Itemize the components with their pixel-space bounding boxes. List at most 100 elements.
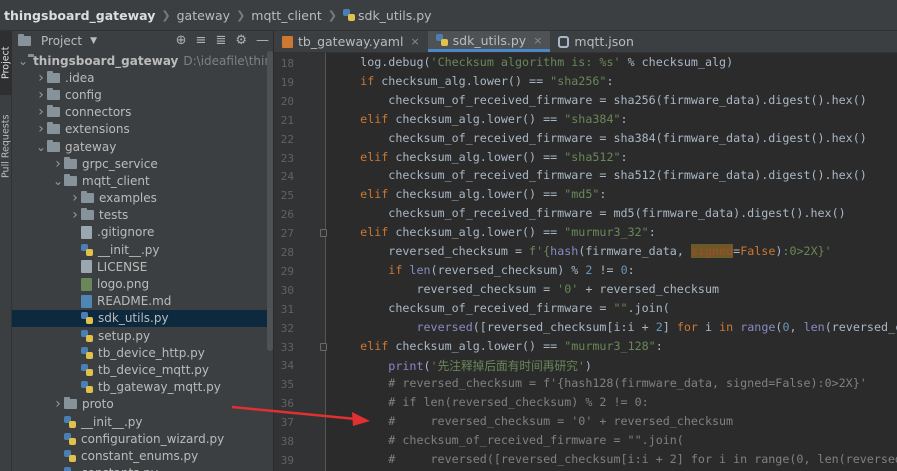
tree-item[interactable]: › grpc_service: [12, 155, 273, 172]
tree-item[interactable]: › tests: [12, 207, 273, 224]
line-number: 34: [280, 359, 294, 373]
code-line[interactable]: # checksum_of_received_firmware = "".joi…: [332, 433, 684, 447]
tree-item[interactable]: › extensions: [12, 121, 273, 138]
tree-item[interactable]: ⌄ thingsboard_gateway D:\ideafile\thingsbo…: [12, 52, 273, 69]
python-file-icon: [81, 363, 93, 376]
code-line[interactable]: log.debug('Checksum algorithm is: %s' % …: [332, 55, 733, 69]
fold-icon[interactable]: [320, 229, 327, 238]
code-line[interactable]: if len(reversed_checksum) % 2 != 0:: [332, 263, 634, 277]
chevron-right-icon[interactable]: ›: [52, 396, 64, 412]
tree-item-label: extensions: [65, 122, 130, 137]
tree-item[interactable]: tb_device_http.py: [12, 344, 273, 361]
chevron-right-icon[interactable]: ›: [69, 190, 81, 206]
breadcrumb-project[interactable]: thingsboard_gateway: [4, 8, 155, 23]
tree-item-label: .gitignore: [97, 225, 155, 240]
python-icon: [435, 34, 448, 46]
code-line[interactable]: reversed_checksum = '0' + reversed_check…: [332, 282, 719, 296]
tree-item[interactable]: sdk_utils.py: [12, 309, 273, 327]
tool-window-strip: Project Pull Requests: [0, 31, 12, 471]
python-file-icon: [64, 449, 76, 462]
close-icon[interactable]: ×: [533, 34, 542, 47]
gear-icon[interactable]: ⚙: [235, 33, 247, 48]
code-line[interactable]: checksum_of_received_firmware = "".join(: [332, 301, 670, 315]
code-line[interactable]: # reversed_checksum = '0' + reversed_che…: [332, 414, 733, 428]
tree-item[interactable]: ⌄ mqtt_client: [12, 172, 273, 189]
pull-requests-tool-tab[interactable]: Pull Requests: [0, 101, 12, 191]
tree-item[interactable]: __init__.py: [12, 413, 273, 430]
code-line[interactable]: checksum_of_received_firmware = sha256(f…: [332, 93, 867, 107]
fold-icon[interactable]: [320, 342, 327, 351]
breadcrumb-gateway[interactable]: gateway: [177, 8, 230, 23]
chevron-right-icon[interactable]: ›: [69, 207, 81, 223]
tree-item[interactable]: configuration_wizard.py: [12, 430, 273, 447]
close-icon[interactable]: ×: [410, 35, 419, 48]
tree-item[interactable]: .gitignore: [12, 224, 273, 241]
code-line[interactable]: elif checksum_alg.lower() == "murmur3_32…: [332, 225, 656, 239]
chevron-down-icon[interactable]: ⌄: [35, 140, 47, 154]
tree-item[interactable]: › connectors: [12, 104, 273, 121]
project-scrollbar[interactable]: [267, 51, 273, 351]
code-line[interactable]: # reversed([reversed_checksum[i:i + 2] f…: [332, 452, 897, 466]
code-line[interactable]: checksum_of_received_firmware = md5(firm…: [332, 206, 845, 220]
tree-item[interactable]: ⌄ gateway: [12, 138, 273, 155]
collapse-all-icon[interactable]: ≣: [215, 33, 226, 48]
code-line[interactable]: elif checksum_alg.lower() == "sha384":: [332, 112, 627, 126]
breadcrumb-mqtt-client[interactable]: mqtt_client: [251, 8, 322, 23]
code-line[interactable]: elif checksum_alg.lower() == "md5":: [332, 187, 606, 201]
line-number: 20: [280, 94, 294, 108]
locate-icon[interactable]: ⊕: [176, 33, 187, 48]
code-editor[interactable]: log.debug('Checksum algorithm is: %s' % …: [326, 53, 897, 471]
chevron-down-icon[interactable]: ▼: [90, 36, 97, 46]
tree-item-label: .idea: [65, 70, 95, 85]
editor-tab[interactable]: mqtt.json: [550, 31, 641, 52]
tree-item[interactable]: › examples: [12, 190, 273, 207]
breadcrumb-file[interactable]: sdk_utils.py: [358, 8, 432, 23]
chevron-down-icon[interactable]: ⌄: [18, 54, 28, 68]
yaml-icon: [282, 35, 293, 48]
code-line[interactable]: checksum_of_received_firmware = sha512(f…: [332, 168, 867, 182]
project-tool-tab[interactable]: Project: [0, 31, 12, 95]
tree-item[interactable]: tb_gateway_mqtt.py: [12, 379, 273, 396]
tree-item[interactable]: constants.py: [12, 465, 273, 471]
chevron-down-icon[interactable]: ⌄: [52, 174, 64, 188]
tree-item[interactable]: README.md: [12, 293, 273, 310]
line-number: 28: [280, 246, 294, 259]
tree-item[interactable]: setup.py: [12, 327, 273, 344]
hide-icon[interactable]: —: [256, 33, 269, 48]
tree-item[interactable]: tb_device_mqtt.py: [12, 361, 273, 378]
folder-icon: [47, 87, 60, 100]
line-number: 30: [280, 283, 294, 297]
chevron-right-icon[interactable]: ›: [35, 104, 47, 120]
editor-tab[interactable]: tb_gateway.yaml ×: [274, 31, 428, 52]
code-line[interactable]: print('先注释掉后面有时间再研究'): [332, 357, 592, 374]
project-panel-title[interactable]: Project: [41, 34, 82, 48]
code-line[interactable]: reversed([reversed_checksum[i:i + 2] for…: [332, 320, 897, 334]
tree-item[interactable]: › .idea: [12, 69, 273, 86]
python-file-icon: [64, 432, 76, 445]
code-line[interactable]: checksum_of_received_firmware = sha384(f…: [332, 131, 867, 145]
code-line[interactable]: # reversed_checksum = f'{hash128(firmwar…: [332, 376, 867, 390]
tree-item[interactable]: › config: [12, 86, 273, 103]
editor-tab[interactable]: sdk_utils.py ×: [427, 31, 551, 52]
code-line[interactable]: elif checksum_alg.lower() == "sha512":: [332, 150, 627, 164]
code-line[interactable]: # if len(reversed_checksum) % 2 != 0:: [332, 395, 648, 409]
chevron-right-icon[interactable]: ›: [35, 121, 47, 137]
code-line[interactable]: if checksum_alg.lower() == "sha256":: [332, 74, 613, 88]
chevron-right-icon[interactable]: ›: [35, 87, 47, 103]
folder-icon: [81, 191, 94, 204]
tree-item[interactable]: __init__.py: [12, 241, 273, 258]
python-file-icon: [64, 467, 76, 471]
markdown-file-icon: [81, 294, 92, 308]
tree-item[interactable]: constant_enums.py: [12, 447, 273, 464]
tree-item[interactable]: › proto: [12, 396, 273, 413]
code-line[interactable]: reversed_checksum = f'{hash(firmware_dat…: [332, 244, 832, 258]
folder-icon: [64, 397, 77, 410]
tree-item[interactable]: LICENSE: [12, 258, 273, 275]
code-line[interactable]: elif checksum_alg.lower() == "murmur3_12…: [332, 339, 663, 353]
chevron-right-icon[interactable]: ›: [35, 70, 47, 86]
tree-item[interactable]: logo.png: [12, 275, 273, 292]
tree-item-label: constants.py: [81, 466, 158, 471]
expand-all-icon[interactable]: ≡: [196, 33, 207, 48]
chevron-right-icon[interactable]: ›: [52, 156, 64, 172]
folder-icon: [47, 122, 60, 135]
